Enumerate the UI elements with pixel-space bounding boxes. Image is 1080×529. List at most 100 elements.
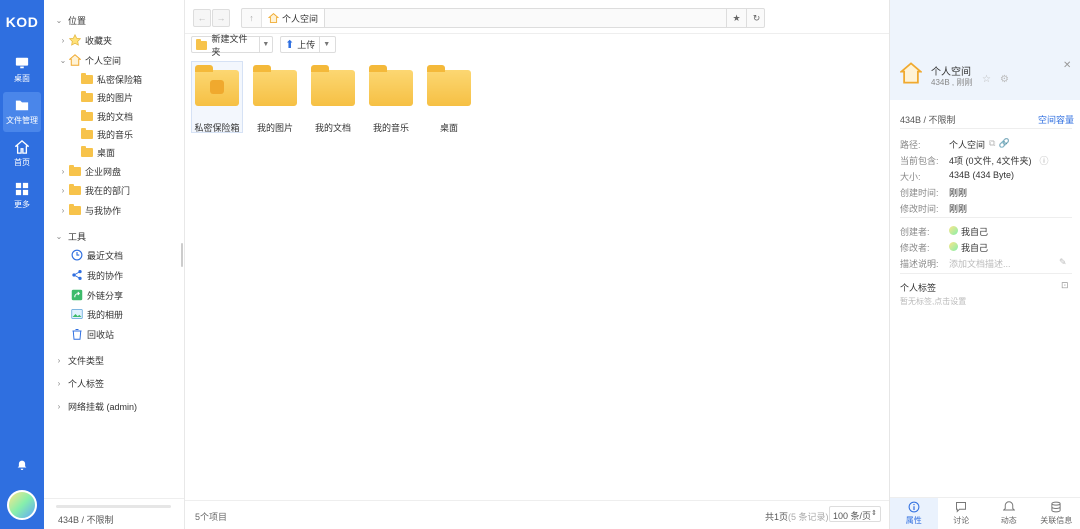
top-bar: ← → ↑ 个人空间 ★ ↻ ▼ [185,0,1067,34]
prop-key: 修改者: [900,243,930,253]
tab-discussion[interactable]: 讨论 [938,498,986,529]
file-item-safe[interactable]: 私密保险箱 [191,61,243,133]
per-page-select[interactable]: 100 条/页 ⇕ [829,506,881,522]
star-icon[interactable]: ★ [726,9,746,27]
quota-link[interactable]: 空间容量 [1038,113,1074,126]
gear-icon[interactable]: ⚙ [1000,74,1009,85]
tree-section-network-mount[interactable]: › 网络挂载 (admin) [54,397,137,415]
tree-section-label: 个人标签 [68,378,105,389]
tree-item-desktop[interactable]: 桌面 [80,143,115,161]
arrow-up-icon[interactable]: ↑ [242,9,262,27]
quota-footer: 434B / 不限制 [44,498,184,529]
breadcrumb[interactable]: 个人空间 [262,9,326,27]
file-item-pictures[interactable]: 我的图片 [249,61,301,133]
prop-key: 修改时间: [900,204,939,214]
star-icon[interactable]: ☆ [982,74,991,85]
back-button[interactable]: ← [193,9,211,27]
tree-item-safe[interactable]: 私密保险箱 [80,70,142,88]
close-icon[interactable]: ✕ [1063,60,1071,71]
tag-icon[interactable]: ⊡ [1061,280,1069,291]
tree-item-favorites[interactable]: › 收藏夹 [58,31,112,49]
clock-icon [70,249,84,261]
rail-item-label: 首页 [14,158,30,167]
forward-button[interactable]: → [212,9,230,27]
file-name: 我的音乐 [372,123,409,133]
tree-item-shared[interactable]: › 与我协作 [58,201,121,219]
chevron-down-icon[interactable]: ▼ [319,37,333,52]
star-icon [68,34,82,46]
tree-item-enterprise[interactable]: › 企业网盘 [58,162,121,180]
tree-item-documents[interactable]: 我的文档 [80,107,133,125]
tree-section-label: 网络挂载 (admin) [68,401,138,412]
tree-section-location[interactable]: ⌄ 位置 [54,11,86,29]
address-bar[interactable]: ↑ 个人空间 ★ ↻ [241,8,765,28]
tab-related[interactable]: 关联信息 [1033,498,1080,529]
prop-created: 创建时间: 刚刚 [900,186,967,199]
tree-item-label: 我的音乐 [97,129,134,140]
chevron-right-icon: › [57,355,61,365]
copy-icon[interactable]: ⧉ [989,138,995,151]
panel-divider [900,273,1072,274]
info-icon [908,501,920,513]
tree-item-album[interactable]: 我的相册 [70,305,123,323]
tree-section-label: 工具 [68,231,87,242]
avatar[interactable] [7,490,37,520]
photo-icon [70,308,84,320]
per-page-label: 100 条/页 [833,511,872,521]
tree-item-department[interactable]: › 我在的部门 [58,181,130,199]
tree-item-label: 我在的部门 [85,185,131,196]
panel-divider [900,128,1072,129]
tree-item-pictures[interactable]: 我的图片 [80,88,133,106]
rail-item-more[interactable]: 更多 [3,176,41,216]
home-icon [68,54,82,66]
chevron-right-icon: › [57,378,61,388]
rail-item-desktop[interactable]: 桌面 [3,50,41,90]
app-logo: KOD [5,14,39,30]
item-count: 5个项目 [195,512,228,522]
tree-item-music[interactable]: 我的音乐 [80,125,133,143]
rail-item-home[interactable]: 首页 [3,134,41,174]
refresh-icon[interactable]: ↻ [746,9,766,27]
resize-handle[interactable] [181,243,183,267]
description-input[interactable]: 添加文档描述... [949,257,1059,270]
info-icon[interactable]: ⓘ [1040,154,1049,167]
home-icon [15,140,29,154]
file-item-music[interactable]: 我的音乐 [365,61,417,133]
file-item-documents[interactable]: 我的文档 [307,61,359,133]
prop-description: 描述说明: 添加文档描述... ✎ [900,257,1067,270]
share-nodes-icon [70,269,84,281]
enterprise-folder-icon [68,164,82,177]
file-item-desktop[interactable]: 桌面 [423,61,475,133]
trash-icon [70,328,84,340]
tab-label: 动态 [1000,516,1017,525]
tree-item-recycle[interactable]: 回收站 [70,325,114,343]
home-icon [900,62,922,84]
tree-item-collab[interactable]: 我的协作 [70,266,123,284]
prop-value: 我自己 [961,227,989,237]
bell-icon[interactable] [0,460,44,472]
home-icon [268,13,279,23]
tree-section-file-types[interactable]: › 文件类型 [54,351,104,369]
quota-text: 434B / 不限制 [58,515,114,525]
link-icon[interactable]: 🔗 [998,138,1009,151]
tree-item-link-share[interactable]: 外链分享 [70,286,123,304]
tree-item-personal-space[interactable]: ⌄ 个人空间 [58,51,121,69]
tree-section-tools[interactable]: ⌄ 工具 [54,227,86,245]
new-folder-button[interactable]: 新建文件夹 ▼ [191,34,273,57]
status-bar: 5个项目 共1页 (5 条记录) 100 条/页 ⇕ [185,500,889,529]
rail-item-file-manager[interactable]: 文件管理 [3,92,41,132]
tree-section-tags[interactable]: › 个人标签 [54,374,104,392]
tags-empty[interactable]: 暂无标签,点击设置 [900,296,966,307]
tree-item-recent[interactable]: 最近文档 [70,246,123,264]
folder-icon [80,127,94,140]
tree-item-label: 个人空间 [85,55,122,66]
tree-item-label: 私密保险箱 [97,74,143,85]
rail-item-label: 更多 [14,200,30,209]
edit-icon[interactable]: ✎ [1059,257,1067,270]
user-avatar-icon [949,226,958,235]
tab-activity[interactable]: 动态 [985,498,1033,529]
tab-properties[interactable]: 属性 [890,498,938,529]
page-count: 共1页 [765,512,789,522]
chevron-down-icon[interactable]: ▼ [258,37,272,52]
upload-button[interactable]: ⬆ 上传 ▼ [280,36,336,53]
